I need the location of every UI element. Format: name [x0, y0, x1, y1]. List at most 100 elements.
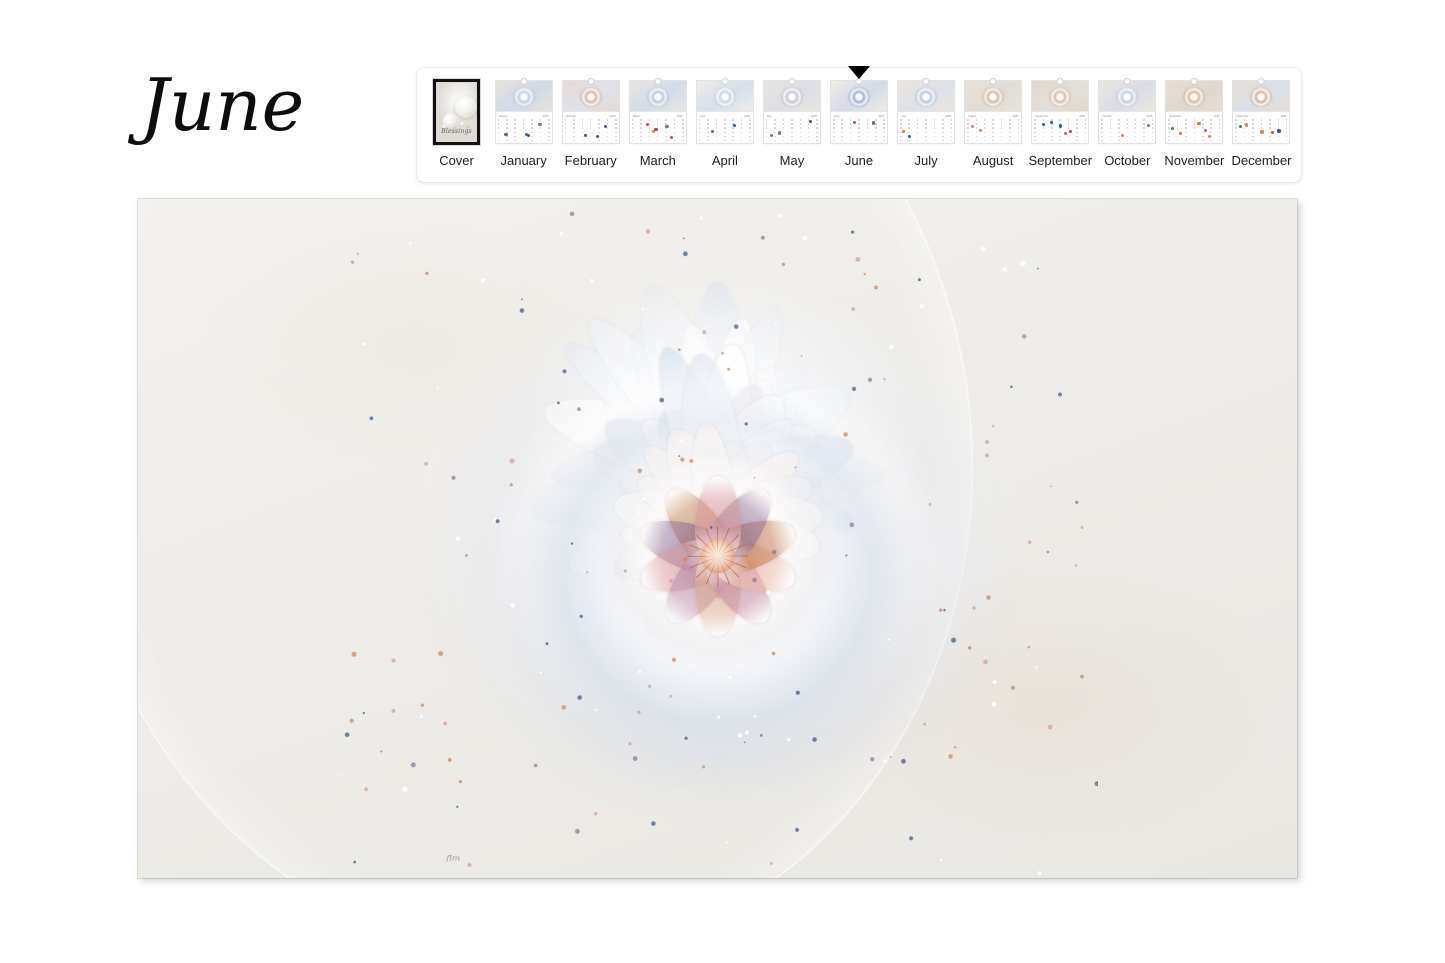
calendar-grid-cell [497, 131, 500, 134]
calendar-grid-cell [631, 131, 634, 134]
calendar-grid-cell [497, 123, 500, 125]
calendar-thumbnail-photo [1099, 81, 1156, 112]
calendar-grid-cell [799, 139, 802, 142]
calendar-grid-cell [1067, 123, 1070, 125]
calendar-grid-cell [1118, 131, 1120, 134]
calendar-thumbnail-card: April 2025 [696, 78, 753, 143]
calendar-grid-cell [1009, 127, 1011, 129]
thumbnail-image-wrap: September 2025 [1027, 77, 1094, 147]
calendar-grid-cell [774, 135, 776, 138]
thumbnail-january[interactable]: January 2025 January [490, 77, 557, 169]
thumbnail-march[interactable]: March 2025 March [624, 77, 691, 169]
thumbnail-september[interactable]: September 2025 September [1027, 77, 1094, 169]
calendar-grid-cell [640, 123, 642, 125]
calendar-grid-cell [1193, 139, 1196, 142]
calendar-grid-cell [1260, 135, 1263, 138]
calendar-grid-cell [598, 123, 600, 125]
calendar-grid-cell [983, 127, 986, 129]
calendar-grid-cell [606, 119, 609, 121]
calendar-grid-header: December 2025 [1235, 115, 1287, 118]
calendar-grid-cell [1017, 123, 1020, 125]
calendar-photo-motif [512, 86, 535, 107]
calendar-grid-cell [782, 127, 785, 129]
down-triangle-icon [848, 66, 870, 79]
calendar-grid-cell [1193, 131, 1196, 134]
calendar-grid-cell [1252, 127, 1254, 129]
calendar-grid-cell [1034, 119, 1036, 121]
calendar-grid-year: 2025 [878, 115, 884, 118]
thumbnail-image-wrap: August 2025 [960, 77, 1027, 147]
calendar-grid-cell [841, 135, 843, 138]
calendar-grid-cell [740, 119, 743, 121]
calendar-grid-cell [606, 139, 609, 142]
calendar-grid-cell [1151, 127, 1154, 129]
calendar-grid-cell [673, 123, 676, 125]
calendar-grid-cell [1202, 135, 1204, 138]
thumbnail-february[interactable]: February 2025 February [557, 77, 624, 169]
thumbnail-november[interactable]: November 2025 November [1161, 77, 1228, 169]
thumbnail-may[interactable]: May 2025 May [758, 77, 825, 169]
calendar-grid-cell [548, 127, 550, 129]
thumbnail-june[interactable]: June 2025 June [825, 66, 892, 169]
cover-caption: Blessings [441, 128, 472, 135]
calendar-grid-cell [1151, 131, 1154, 134]
calendar-grid-cell [1185, 135, 1187, 138]
calendar-grid-year: 2025 [609, 115, 616, 118]
calendar-grid-cell [1101, 127, 1103, 129]
calendar-grid-cell [656, 135, 659, 138]
calendar-grid-cell [1269, 139, 1271, 142]
calendar-grid-cell [648, 139, 651, 142]
calendar-grid-cell [1252, 135, 1254, 138]
calendar-grid-cell [581, 127, 583, 129]
calendar-grid-row [900, 131, 953, 134]
calendar-grid-cell [749, 139, 751, 142]
calendar-grid-row [1034, 135, 1087, 138]
calendar-grid-cell [1235, 135, 1237, 138]
thumbnail-label: June [844, 153, 874, 168]
artwork-preview[interactable]: flm [138, 199, 1297, 878]
calendar-grid-cell [673, 139, 676, 142]
calendar-grid-cell [1243, 135, 1246, 138]
calendar-grid-cell [665, 135, 667, 138]
calendar-grid-cell [866, 131, 869, 134]
thumbnail-august[interactable]: August 2025 August [960, 77, 1027, 169]
calendar-grid-cell [975, 127, 978, 129]
thumbnail-cover[interactable]: Blessings Cover [423, 77, 490, 169]
calendar-grid-year: 2025 [542, 115, 549, 118]
calendar-grid-cell [1042, 127, 1045, 129]
calendar-grid-cell [548, 123, 550, 125]
calendar-grid-cell [548, 119, 550, 121]
calendar-hang-hole [788, 78, 796, 85]
calendar-grid-cell [916, 135, 919, 138]
thumbnail-label: May [779, 153, 805, 168]
month-thumbnail-strip[interactable]: Blessings Cover January 2025 January February… [417, 66, 1301, 182]
calendar-grid-cell [715, 135, 718, 138]
calendar-grid-header: June 2025 [833, 115, 885, 118]
calendar-grid-cell [807, 123, 810, 125]
calendar-grid-cell [933, 139, 936, 142]
calendar-grid-cell [1218, 127, 1221, 129]
calendar-thumbnail-grid: February 2025 [562, 112, 619, 143]
calendar-grid-row [631, 123, 684, 125]
calendar-grid-cell [849, 139, 852, 142]
calendar-grid-cell [1243, 139, 1246, 142]
calendar-grid-cell [1151, 123, 1154, 125]
calendar-grid-cell [732, 131, 734, 134]
calendar-grid-month: February [565, 115, 577, 118]
thumbnail-april[interactable]: April 2025 April [691, 77, 758, 169]
calendar-grid-cell [1084, 135, 1087, 138]
calendar-grid-cell [799, 119, 802, 121]
calendar-event-dot [1058, 124, 1062, 128]
thumbnail-july[interactable]: July 2025 July [893, 77, 960, 169]
calendar-grid-cell [673, 131, 676, 134]
calendar-grid-cell [531, 131, 533, 134]
calendar-thumbnail-card: January 2025 [495, 78, 552, 143]
calendar-grid-cell [707, 123, 709, 125]
calendar-grid-cell [640, 135, 642, 138]
thumbnail-october[interactable]: October 2025 October [1094, 77, 1161, 169]
calendar-grid-cell [1000, 127, 1003, 129]
calendar-grid-cell [799, 135, 802, 138]
calendar-grid-cell [1176, 135, 1179, 138]
thumbnail-december[interactable]: December 2025 December [1228, 77, 1295, 169]
calendar-grid-year: 2025 [744, 115, 750, 118]
